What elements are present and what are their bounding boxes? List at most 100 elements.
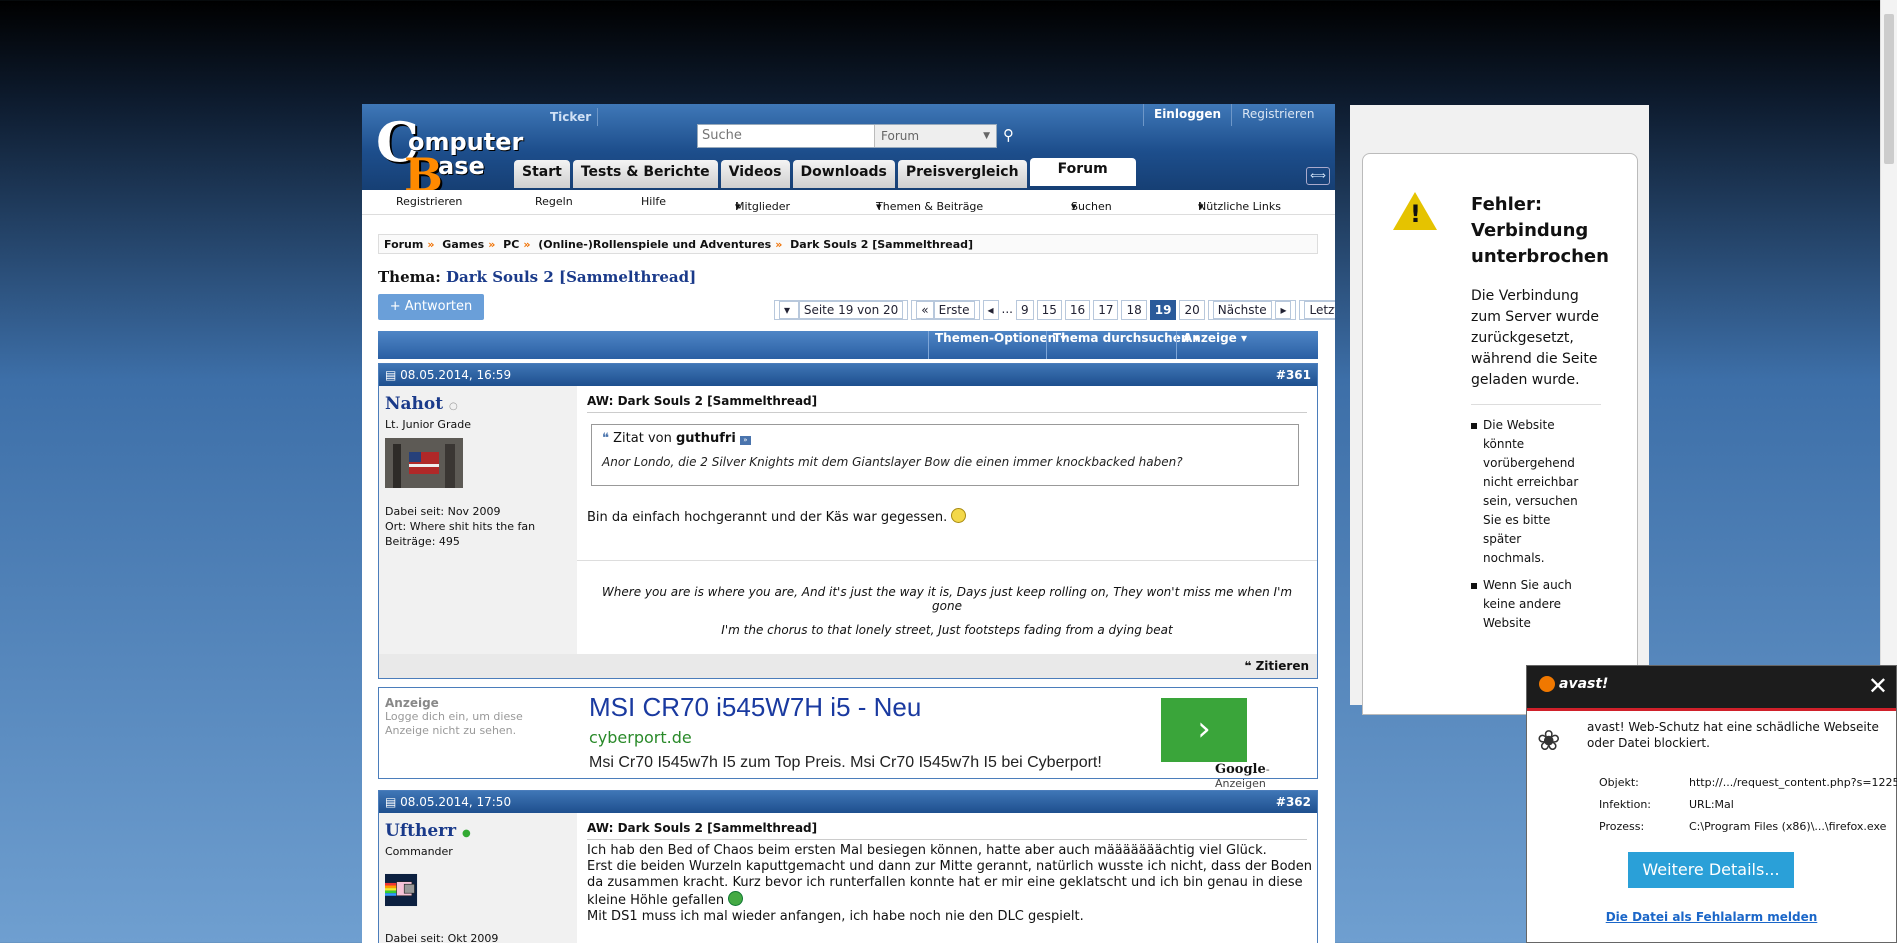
- connection-error-box: ! Fehler: Verbindung unterbrochen Die Ve…: [1362, 153, 1638, 715]
- account-links: Einloggen Registrieren: [1143, 104, 1324, 126]
- expand-width-icon[interactable]: ⟺: [1306, 167, 1330, 185]
- pagination: ▾ Seite 19 von 20 «Erste ◂ ... 9 15 16 1…: [774, 300, 1335, 320]
- ticker-link[interactable]: Ticker: [544, 108, 599, 126]
- username-link[interactable]: Uftherr: [385, 821, 456, 841]
- reply-button[interactable]: + Antworten: [378, 294, 484, 320]
- subnav-registrieren[interactable]: Registrieren: [396, 195, 462, 208]
- avast-popup: avast! ✕ ❀ avast! Web-Schutz hat eine sc…: [1526, 665, 1897, 943]
- display-menu[interactable]: Anzeige ▾: [1176, 331, 1253, 359]
- subnav-regeln[interactable]: Regeln: [535, 195, 573, 208]
- subnav-hilfe[interactable]: Hilfe: [641, 195, 666, 208]
- breadcrumb-rollenspiele[interactable]: (Online-)Rollenspiele und Adventures: [538, 238, 771, 251]
- bug-icon: ❀: [1537, 724, 1561, 757]
- tab-videos[interactable]: Videos: [720, 160, 790, 188]
- more-details-button[interactable]: Weitere Details...: [1628, 852, 1794, 888]
- quote-block: ❝ Zitat von guthufri » Anor Londo, die 2…: [591, 424, 1299, 486]
- site-header: Computer Base Ticker Forum▼ ⚲ Einloggen …: [362, 104, 1335, 202]
- chevron-down-icon: ▼: [983, 131, 990, 141]
- user-sidebar: Uftherr ● Commander Dabei seit: Okt 2009: [379, 813, 577, 943]
- page-15[interactable]: 15: [1036, 300, 1062, 320]
- breadcrumb-games[interactable]: Games: [442, 238, 484, 251]
- computerbase-logo[interactable]: Computer Base: [376, 110, 526, 202]
- user-rank: Commander: [385, 845, 453, 858]
- ad-headline[interactable]: MSI CR70 i545W7H i5 - Neu: [589, 692, 921, 723]
- quote-author: guthufri: [675, 431, 736, 446]
- breadcrumb-thread: Dark Souls 2 [Sammelthread]: [790, 238, 974, 251]
- page-19-current: 19: [1149, 300, 1177, 320]
- tab-tests[interactable]: Tests & Berichte: [572, 160, 718, 188]
- post-text: Ich hab den Bed of Chaos beim ersten Mal…: [587, 843, 1313, 924]
- report-false-alarm-link[interactable]: Die Datei als Fehlalarm melden: [1527, 910, 1896, 924]
- scrollbar-thumb[interactable]: [1884, 14, 1894, 164]
- view-post-icon[interactable]: »: [739, 436, 751, 445]
- user-post-count: Beiträge: 495: [385, 535, 460, 548]
- ad-login-hint: Logge dich ein, um diese Anzeige nicht z…: [385, 710, 523, 737]
- post-361: ▤ 08.05.2014, 16:59 #361 Nahot ○ Lt. Jun…: [378, 363, 1318, 679]
- error-hint: Wenn Sie auch keine andere Website: [1471, 576, 1581, 633]
- register-link[interactable]: Registrieren: [1231, 104, 1324, 126]
- post-number-link[interactable]: #362: [1276, 791, 1311, 813]
- post-number-link[interactable]: #361: [1276, 364, 1311, 386]
- thread-toolbar: Themen-Optionen ▾ Thema durchsuchen ▾ An…: [378, 331, 1318, 359]
- error-hint: Die Website könnte vorübergehend nicht e…: [1471, 416, 1581, 568]
- post-title: AW: Dark Souls 2 [Sammelthread]: [587, 394, 1307, 413]
- post-header: ▤ 08.05.2014, 16:59 #361: [379, 364, 1317, 386]
- user-sidebar: Nahot ○ Lt. Junior Grade Dabei seit: Nov…: [379, 386, 577, 678]
- error-frame: ! Fehler: Verbindung unterbrochen Die Ve…: [1350, 105, 1649, 715]
- last-page-button[interactable]: Letzte »: [1299, 300, 1335, 320]
- post-icon: ▤: [385, 368, 401, 382]
- quote-icon: ❝: [1244, 659, 1256, 673]
- online-status-icon: ●: [462, 828, 471, 839]
- search-icon[interactable]: ⚲: [1003, 126, 1014, 144]
- first-page-button[interactable]: «Erste: [911, 300, 980, 320]
- avatar[interactable]: [385, 438, 463, 488]
- chevron-down-icon: ▾: [1071, 200, 1077, 213]
- page-17[interactable]: 17: [1093, 300, 1119, 320]
- pager-ellipsis: ...: [1001, 300, 1013, 318]
- avatar[interactable]: [385, 865, 435, 915]
- page-16[interactable]: 16: [1064, 300, 1091, 320]
- username-link[interactable]: Nahot: [385, 394, 443, 414]
- search-input[interactable]: [698, 125, 874, 147]
- signature: Where you are is where you are, And it's…: [577, 560, 1317, 649]
- tab-downloads[interactable]: Downloads: [792, 160, 895, 188]
- prev-page-icon[interactable]: ◂: [982, 300, 999, 320]
- error-message: Die Verbindung zum Server wurde zurückge…: [1471, 288, 1600, 388]
- next-page-button[interactable]: Nächste ▸: [1207, 300, 1297, 320]
- breadcrumb-forum[interactable]: Forum: [384, 238, 423, 251]
- breadcrumb-pc[interactable]: PC: [503, 238, 519, 251]
- chevron-down-icon: ▾: [1240, 331, 1248, 345]
- post-title: AW: Dark Souls 2 [Sammelthread]: [587, 821, 1307, 840]
- avast-logo-icon: [1539, 676, 1555, 692]
- post-body: AW: Dark Souls 2 [Sammelthread] Ich hab …: [577, 813, 1317, 943]
- chevron-right-icon: ▸: [1275, 301, 1292, 319]
- error-title: Fehler: Verbindung unterbrochen: [1471, 194, 1609, 267]
- ad-url[interactable]: cyberport.de: [589, 728, 692, 747]
- double-left-icon: «: [916, 301, 934, 319]
- close-icon[interactable]: ✕: [1868, 672, 1888, 700]
- search-scope-select[interactable]: Forum ▼: [874, 125, 996, 147]
- avast-detail-row: Objekt: http://.../request_content.php?s=…: [1599, 776, 1897, 789]
- post-362: ▤ 08.05.2014, 17:50 #362 Uftherr ● Comma…: [378, 790, 1318, 943]
- tab-start[interactable]: Start: [514, 160, 570, 188]
- tab-preisvergleich[interactable]: Preisvergleich: [897, 160, 1027, 188]
- login-link[interactable]: Einloggen: [1143, 104, 1231, 126]
- post-text: Bin da einfach hochgerannt und der Käs w…: [587, 510, 948, 525]
- ad-go-button[interactable]: ›: [1161, 698, 1247, 762]
- post-icon: ▤: [385, 795, 401, 809]
- grin-smiley-icon: [728, 891, 744, 906]
- page-20[interactable]: 20: [1179, 300, 1205, 320]
- google-ads-label[interactable]: Google-Anzeigen: [1215, 762, 1317, 790]
- chevron-down-icon: ▾: [735, 200, 741, 213]
- page-jump-select[interactable]: ▾ Seite 19 von 20: [774, 300, 909, 320]
- chevron-down-icon: ▾: [876, 200, 882, 213]
- chevron-right-icon: ›: [1197, 709, 1211, 749]
- page-18[interactable]: 18: [1121, 300, 1147, 320]
- chevron-down-icon: ▾: [779, 301, 799, 319]
- tab-forum[interactable]: Forum: [1029, 158, 1136, 186]
- quote-button[interactable]: ❝ Zitieren: [379, 654, 1317, 678]
- main-tabs: Start Tests & Berichte Videos Downloads …: [514, 158, 1136, 188]
- page-9[interactable]: 9: [1015, 300, 1034, 320]
- page-title: Thema: Dark Souls 2 [Sammelthread]: [378, 268, 697, 286]
- quote-icon: ❝: [602, 431, 609, 446]
